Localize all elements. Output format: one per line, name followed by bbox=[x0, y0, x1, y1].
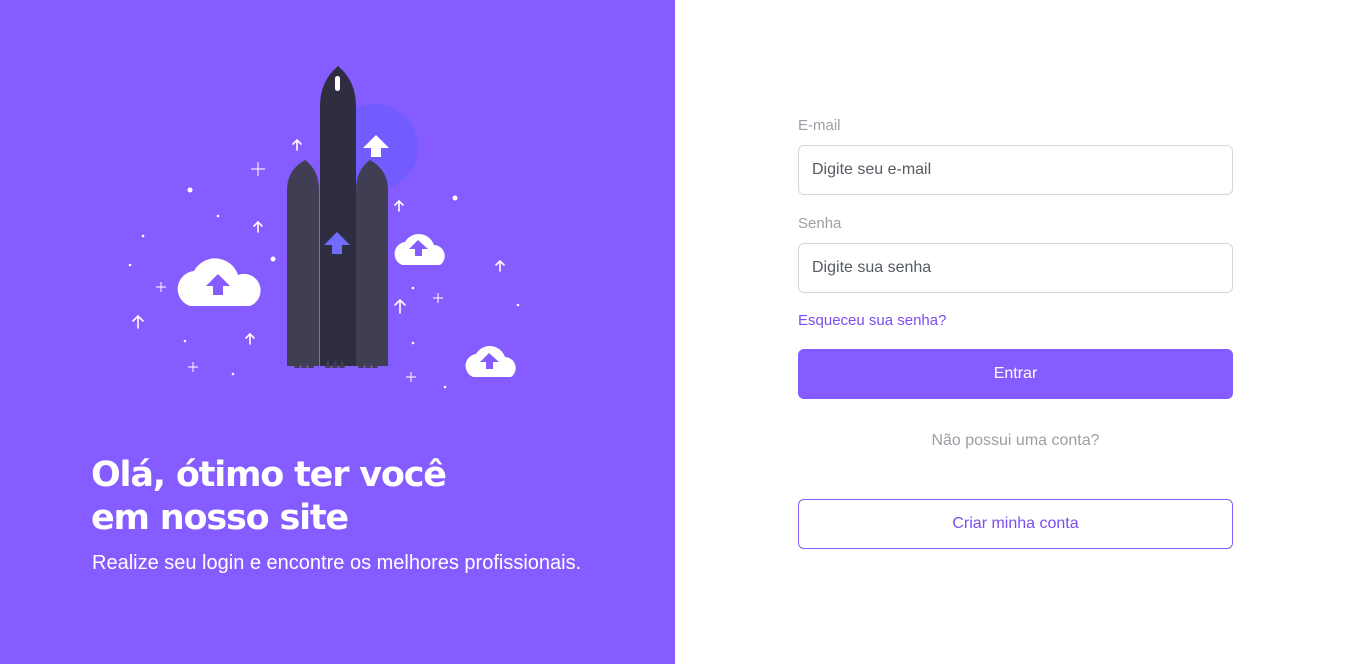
email-field[interactable] bbox=[798, 145, 1233, 195]
password-label: Senha bbox=[798, 215, 842, 232]
password-field[interactable] bbox=[798, 243, 1233, 293]
cloud-upload-icon bbox=[394, 234, 445, 265]
no-account-text: Não possui uma conta? bbox=[931, 432, 1100, 449]
forgot-password-link[interactable]: Esqueceu sua senha? bbox=[798, 312, 946, 329]
email-label: E-mail bbox=[798, 117, 841, 134]
login-button[interactable]: Entrar bbox=[798, 349, 1233, 399]
create-account-button[interactable]: Criar minha conta bbox=[798, 499, 1233, 549]
cloud-upload-icon bbox=[465, 346, 516, 377]
hero-headline: Olá, ótimo ter você em nosso site bbox=[91, 454, 447, 540]
login-panel: E-mail Senha Esqueceu sua senha? Entrar … bbox=[675, 0, 1355, 664]
hero-headline-line1: Olá, ótimo ter você bbox=[91, 455, 447, 495]
rocket-launch-illustration bbox=[128, 66, 520, 389]
hero-subtitle: Realize seu login e encontre os melhores… bbox=[92, 552, 582, 574]
hero-headline-line2: em nosso site bbox=[91, 498, 349, 538]
hero-panel: Olá, ótimo ter você em nosso site Realiz… bbox=[0, 0, 675, 664]
cloud-upload-icon bbox=[177, 258, 261, 306]
